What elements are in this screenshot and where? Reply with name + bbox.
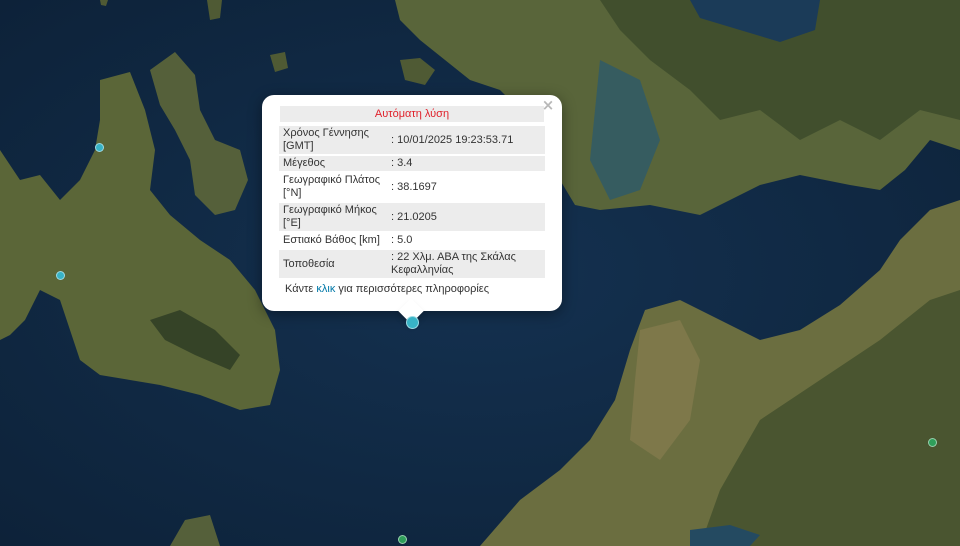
quake-marker[interactable] (397, 534, 407, 544)
latitude-label: Γεωγραφικό Πλάτος [°N] (283, 174, 381, 199)
earthquake-details-table: Χρόνος Γέννησης [GMT] : 10/01/2025 19:23… (279, 124, 545, 280)
row-magnitude: Μέγεθος : 3.4 (279, 156, 545, 171)
more-info-suffix: για περισσότερες πληροφορίες (338, 283, 489, 295)
earthquake-info-popup: × Αυτόματη λύση Χρόνος Γέννησης [GMT] : … (262, 95, 562, 324)
row-depth: Εστιακό Βάθος [km] : 5.0 (279, 233, 545, 248)
more-info-line: Κάντε κλικ για περισσότερες πληροφορίες (279, 283, 545, 295)
selected-quake-marker[interactable] (405, 315, 419, 329)
location-label: Τοποθεσία (279, 250, 387, 278)
magnitude-value: : 3.4 (387, 156, 545, 171)
more-info-link[interactable]: κλικ (316, 283, 335, 295)
quake-marker[interactable] (55, 270, 65, 280)
row-latitude: Γεωγραφικό Πλάτος [°N] : 38.1697 (279, 173, 545, 201)
close-popup-button[interactable]: × (540, 97, 556, 113)
quake-marker[interactable] (94, 142, 104, 152)
row-origin-time: Χρόνος Γέννησης [GMT] : 10/01/2025 19:23… (279, 126, 545, 154)
row-location: Τοποθεσία : 22 Χλμ. ΑΒΑ της Σκάλας Κεφαλ… (279, 250, 545, 278)
origin-time-label: Χρόνος Γέννησης [GMT] (279, 126, 387, 154)
more-info-prefix: Κάντε (285, 283, 314, 295)
popup-title: Αυτόματη λύση (280, 106, 544, 122)
magnitude-label: Μέγεθος (279, 156, 387, 171)
longitude-label: Γεωγραφικό Μήκος [°E] (279, 203, 387, 231)
depth-label: Εστιακό Βάθος [km] (283, 234, 380, 246)
location-value: : 22 Χλμ. ΑΒΑ της Σκάλας Κεφαλληνίας (387, 250, 545, 278)
origin-time-value: : 10/01/2025 19:23:53.71 (387, 126, 545, 154)
row-longitude: Γεωγραφικό Μήκος [°E] : 21.0205 (279, 203, 545, 231)
longitude-value: : 21.0205 (387, 203, 545, 231)
quake-marker[interactable] (927, 437, 937, 447)
latitude-value: : 38.1697 (391, 180, 437, 193)
depth-value: : 5.0 (391, 234, 413, 246)
